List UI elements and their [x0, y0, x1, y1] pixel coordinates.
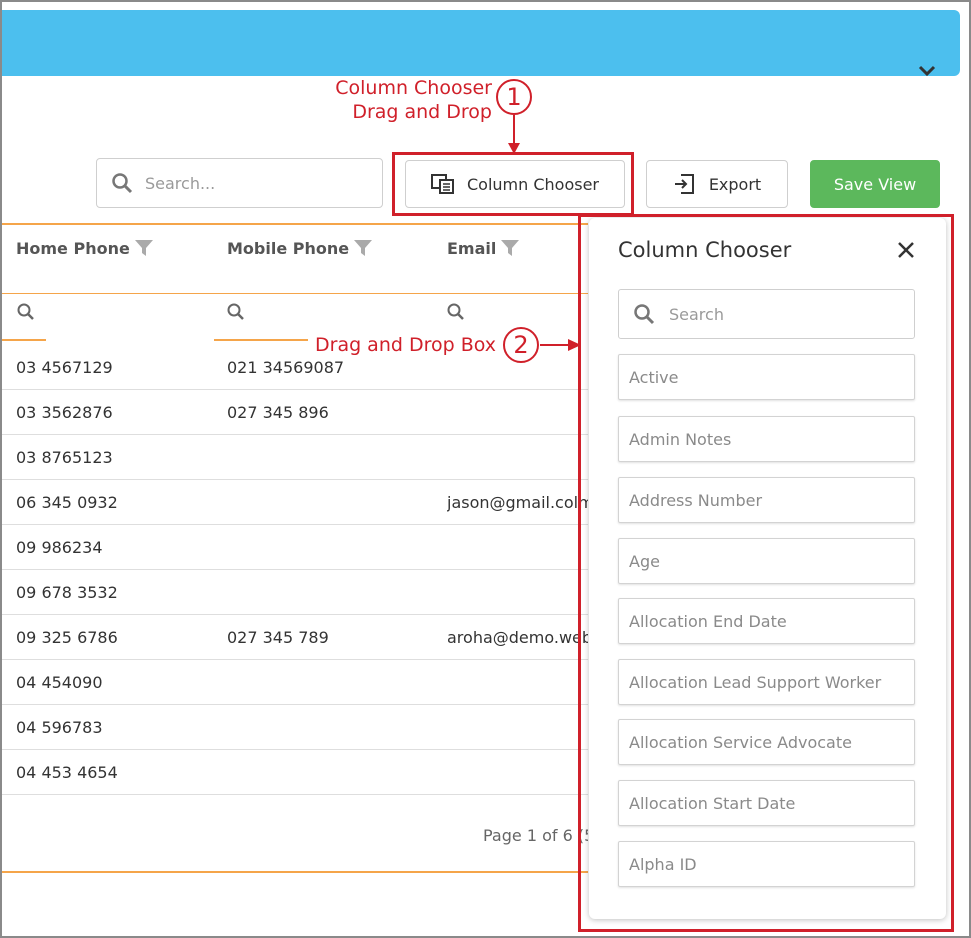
cell-email: aroha@demo.web: [447, 628, 588, 647]
filter-underline: [214, 339, 258, 341]
export-icon: [674, 174, 694, 194]
column-chooser-button-label: Column Chooser: [466, 174, 599, 194]
filter-search-icon[interactable]: [16, 302, 36, 322]
annotation-label-1-line1: Column Chooser: [335, 77, 492, 99]
grid-top-divider: [2, 223, 588, 225]
grid-search-input[interactable]: Search...: [96, 158, 383, 208]
cell-home-phone: 06 345 0932: [16, 493, 118, 512]
pager-info: Page 1 of 6 (5: [483, 826, 588, 845]
cell-home-phone: 04 454090: [16, 673, 103, 692]
top-header-bar: [2, 10, 960, 76]
cell-home-phone: 03 4567129: [16, 358, 113, 377]
table-row[interactable]: 04 596783: [2, 705, 588, 750]
export-button-label: Export: [708, 174, 762, 194]
column-header-home-phone[interactable]: Home Phone: [16, 238, 154, 258]
filter-funnel-icon[interactable]: [500, 238, 520, 258]
cell-mobile-phone: 027 345 896: [227, 403, 329, 422]
search-icon: [112, 173, 133, 194]
table-row[interactable]: 03 8765123: [2, 435, 588, 480]
cell-home-phone: 04 453 4654: [16, 763, 118, 782]
annotation-label-1: Column Chooser Drag and Drop: [330, 76, 492, 124]
grid-search-placeholder: Search...: [145, 173, 216, 193]
filter-funnel-icon[interactable]: [134, 238, 154, 258]
table-row[interactable]: 04 454090: [2, 660, 588, 705]
annotation-label-1-line2: Drag and Drop: [352, 101, 492, 123]
annotation-arrow-down-icon: [508, 115, 520, 154]
table-row[interactable]: 03 4567129 021 34569087: [2, 345, 588, 390]
cell-home-phone: 09 325 6786: [16, 628, 118, 647]
table-row[interactable]: 03 3562876 027 345 896: [2, 390, 588, 435]
filter-search-icon[interactable]: [226, 302, 246, 322]
cell-home-phone: 09 986234: [16, 538, 103, 557]
column-chooser-icon: [430, 174, 454, 194]
filter-search-icon[interactable]: [446, 302, 466, 322]
highlight-drag-drop-box: [578, 214, 954, 932]
cell-email: jason@gmail.colm: [447, 493, 588, 512]
table-row[interactable]: 09 325 6786 027 345 789 aroha@demo.web: [2, 615, 588, 660]
cell-mobile-phone: 027 345 789: [227, 628, 329, 647]
cell-home-phone: 03 8765123: [16, 448, 113, 467]
column-header-label: Email: [447, 238, 497, 258]
cell-home-phone: 04 596783: [16, 718, 103, 737]
column-header-label: Mobile Phone: [227, 238, 350, 258]
column-chooser-button[interactable]: Column Chooser: [405, 160, 625, 208]
cell-home-phone: 03 3562876: [16, 403, 113, 422]
grid-bottom-divider: [2, 871, 588, 873]
filter-underline: [258, 339, 308, 341]
filter-row-divider: [2, 293, 588, 294]
save-view-button[interactable]: Save View: [810, 160, 940, 208]
cell-home-phone: 09 678 3532: [16, 583, 118, 602]
chevron-down-icon[interactable]: [917, 64, 937, 78]
column-header-label: Home Phone: [16, 238, 130, 258]
column-header-email[interactable]: Email: [447, 238, 520, 258]
table-row[interactable]: 09 986234: [2, 525, 588, 570]
table-row[interactable]: 06 345 0932 jason@gmail.colm: [2, 480, 588, 525]
filter-underline: [2, 339, 46, 341]
table-row[interactable]: 04 453 4654: [2, 750, 588, 795]
filter-funnel-icon[interactable]: [353, 238, 373, 258]
table-row[interactable]: 09 678 3532: [2, 570, 588, 615]
export-button[interactable]: Export: [646, 160, 788, 208]
cell-mobile-phone: 021 34569087: [227, 358, 345, 377]
column-header-mobile-phone[interactable]: Mobile Phone: [227, 238, 373, 258]
annotation-marker-1: 1: [496, 79, 532, 115]
